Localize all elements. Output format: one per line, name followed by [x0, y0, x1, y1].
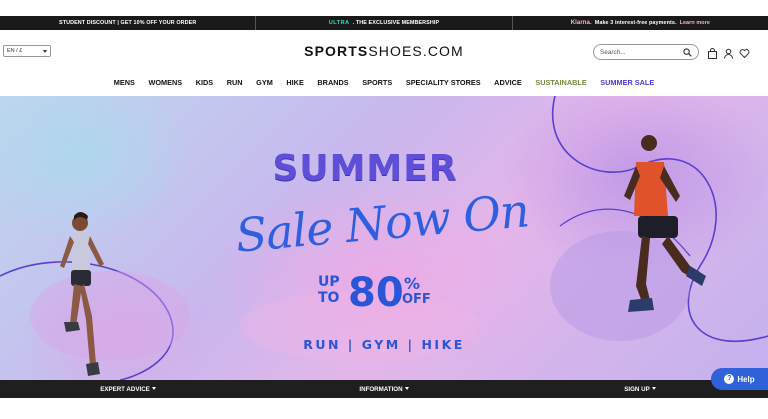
nav-item-kids[interactable]: KIDS [189, 78, 220, 87]
student-discount-text: STUDENT DISCOUNT | GET 10% OFF YOUR ORDE… [59, 20, 197, 26]
student-discount-banner[interactable]: STUDENT DISCOUNT | GET 10% OFF YOUR ORDE… [0, 16, 255, 30]
ultra-logo: ULTRA [328, 20, 350, 26]
logo-bold-text: SPORTS [304, 43, 369, 59]
chevron-down-icon [404, 387, 409, 391]
discount-off-text: OFF [402, 292, 431, 307]
nav-item-speciality-stores[interactable]: SPECIALITY STORES [399, 78, 487, 87]
klarna-learn-more-link[interactable]: Learn more [680, 20, 710, 26]
nav-item-womens[interactable]: WOMENS [142, 78, 189, 87]
klarna-banner[interactable]: Klarna. Make 3 interest-free payments. L… [511, 16, 768, 30]
footer-information[interactable]: INFORMATION [256, 386, 512, 393]
help-button[interactable]: ? Help [711, 368, 768, 390]
nav-item-run[interactable]: RUN [220, 78, 249, 87]
promo-strip: STUDENT DISCOUNT | GET 10% OFF YOUR ORDE… [0, 16, 768, 30]
nav-item-advice[interactable]: ADVICE [487, 78, 528, 87]
search-box [593, 44, 699, 60]
nav-item-hike[interactable]: HIKE [280, 78, 311, 87]
nav-item-sustainable[interactable]: SUSTAINABLE [529, 78, 594, 87]
help-label: Help [737, 374, 755, 384]
footer-expert-advice-label: EXPERT ADVICE [100, 385, 150, 393]
footer-bar: EXPERT ADVICE INFORMATION SIGN UP [0, 380, 768, 398]
site-header: EN / £ SPORTSSHOES.COM [0, 30, 768, 74]
wishlist-heart-icon[interactable] [739, 46, 750, 59]
nav-item-brands[interactable]: BRANDS [311, 78, 356, 87]
search-icon[interactable] [683, 48, 692, 57]
ultra-membership-text: . THE EXCLUSIVE MEMBERSHIP [352, 20, 440, 26]
footer-information-label: INFORMATION [359, 385, 403, 393]
ultra-membership-banner[interactable]: ULTRA . THE EXCLUSIVE MEMBERSHIP [255, 16, 511, 30]
klarna-logo: Klarna. [570, 20, 592, 26]
nav-item-mens[interactable]: MENS [107, 78, 142, 87]
search-input[interactable] [600, 48, 680, 56]
footer-expert-advice[interactable]: EXPERT ADVICE [0, 386, 256, 393]
nav-item-gym[interactable]: GYM [249, 78, 279, 87]
hero-tagline: RUN | GYM | HIKE [303, 337, 465, 352]
klarna-text: Make 3 interest-free payments. [594, 20, 677, 26]
footer-sign-up-label: SIGN UP [624, 385, 650, 393]
page: STUDENT DISCOUNT | GET 10% OFF YOUR ORDE… [0, 0, 768, 419]
header-icons [707, 46, 750, 59]
shopping-bag-icon[interactable] [707, 46, 718, 59]
discount-percent-sign: % [404, 274, 421, 293]
nav-item-sports[interactable]: SPORTS [355, 78, 399, 87]
main-nav: MENS WOMENS KIDS RUN GYM HIKE BRANDS SPO… [0, 74, 768, 90]
question-icon: ? [724, 374, 735, 384]
hero-banner[interactable]: SUMMER Sale Now On UP TO 80 % OFF RUN | … [0, 96, 768, 380]
nav-item-summer-sale[interactable]: SUMMER SALE [594, 78, 662, 87]
chevron-down-icon [151, 387, 156, 391]
logo-light-text: SHOES.COM [368, 43, 464, 59]
chevron-down-icon [651, 387, 656, 391]
account-icon[interactable] [723, 46, 734, 59]
hero-headline: SUMMER [272, 148, 458, 189]
